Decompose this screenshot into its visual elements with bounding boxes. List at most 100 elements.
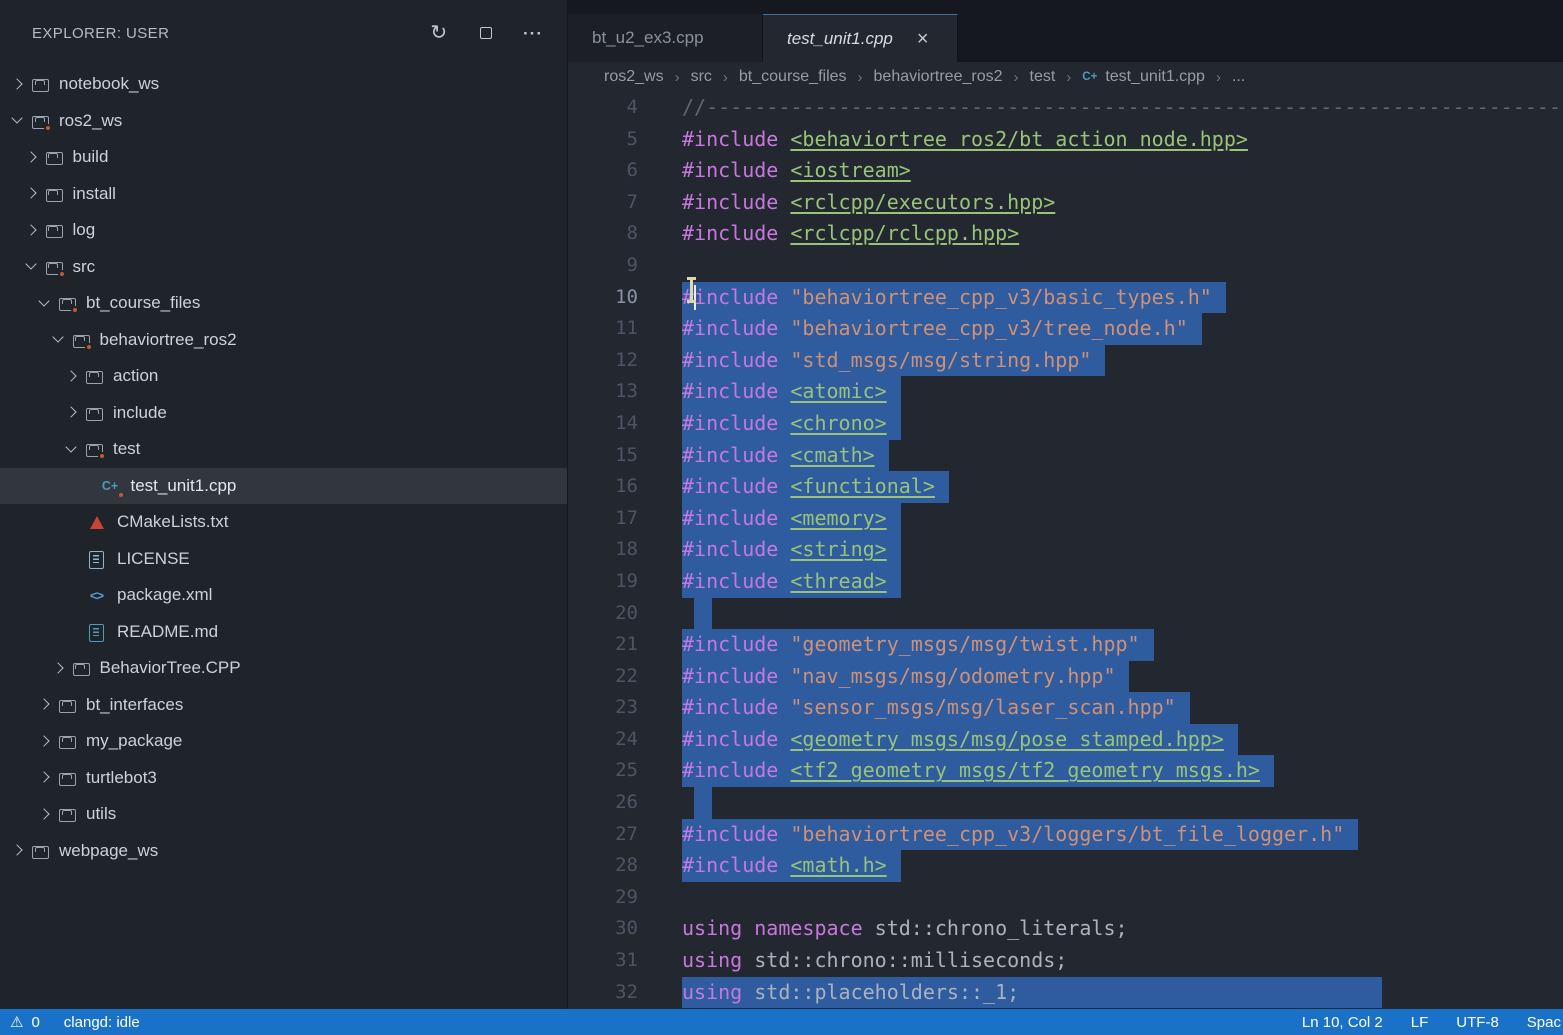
tree-item-my_package[interactable]: my_package <box>0 723 567 760</box>
tree-item-CMakeLists.txt[interactable]: CMakeLists.txt <box>0 504 567 541</box>
code-line-7[interactable]: 7#include <rclcpp/executors.hpp> <box>568 187 1563 219</box>
code-line-31[interactable]: 31using std::chrono::milliseconds; <box>568 945 1563 977</box>
tree-item-ros2_ws[interactable]: ros2_ws <box>0 103 567 140</box>
tree-item-bt_interfaces[interactable]: bt_interfaces <box>0 687 567 724</box>
refresh-icon[interactable]: ↻ <box>429 23 449 43</box>
eol-indicator[interactable]: LF <box>1411 1014 1429 1031</box>
code-line-23[interactable]: 23#include "sensor_msgs/msg/laser_scan.h… <box>568 692 1563 724</box>
tree-item-action[interactable]: action <box>0 358 567 395</box>
tab-test_unit1.cpp[interactable]: test_unit1.cpp× <box>763 14 958 62</box>
code-line-12[interactable]: 12#include "std_msgs/msg/string.hpp" <box>568 345 1563 377</box>
selection-highlight: #include <cmath> <box>682 440 889 472</box>
code-token: <geometry_msgs/msg/pose_stamped.hpp> <box>790 727 1223 751</box>
chevron-spacer <box>62 549 81 568</box>
cursor-position[interactable]: Ln 10, Col 2 <box>1302 1014 1383 1031</box>
cpp-file-icon: C+ <box>1082 71 1097 83</box>
tree-item-behaviortree_ros2[interactable]: behaviortree_ros2 <box>0 322 567 359</box>
breadcrumb-separator: › <box>1216 69 1221 86</box>
indentation-indicator[interactable]: Spac <box>1527 1014 1561 1031</box>
breadcrumb-item[interactable]: ros2_ws <box>604 68 664 86</box>
code-line-10[interactable]: 10#include "behaviortree_cpp_v3/basic_ty… <box>568 282 1563 314</box>
xml-icon: <> <box>86 586 107 604</box>
code-text: #include "geometry_msgs/msg/twist.hpp" <box>682 629 1154 661</box>
code-line-11[interactable]: 11#include "behaviortree_cpp_v3/tree_nod… <box>568 313 1563 345</box>
code-line-5[interactable]: 5#include <behaviortree_ros2/bt_action_n… <box>568 124 1563 156</box>
tree-item-label: test_unit1.cpp <box>131 476 237 496</box>
tree-item-build[interactable]: build <box>0 139 567 176</box>
breadcrumb-item[interactable]: test_unit1.cpp <box>1105 68 1205 86</box>
code-line-25[interactable]: 25#include <tf2_geometry_msgs/tf2_geomet… <box>568 755 1563 787</box>
tree-item-test[interactable]: test <box>0 431 567 468</box>
tree-item-webpage_ws[interactable]: webpage_ws <box>0 833 567 870</box>
code-line-15[interactable]: 15 #include <cmath> <box>568 440 1563 472</box>
code-line-27[interactable]: 27#include "behaviortree_cpp_v3/loggers/… <box>568 819 1563 851</box>
code-text: #include "behaviortree_cpp_v3/loggers/bt… <box>682 819 1358 851</box>
code-token: <cmath> <box>790 443 874 467</box>
code-line-16[interactable]: 16#include <functional> <box>568 471 1563 503</box>
breadcrumb-item[interactable]: test <box>1030 68 1056 86</box>
code-text: #include <math.h> <box>682 850 901 882</box>
tree-item-LICENSE[interactable]: LICENSE <box>0 541 567 578</box>
encoding-indicator[interactable]: UTF-8 <box>1456 1014 1499 1031</box>
code-token: "std_msgs/msg/string.hpp" <box>790 348 1091 372</box>
code-token: <rclcpp/rclcpp.hpp> <box>790 221 1019 245</box>
tree-item-BehaviorTree.CPP[interactable]: BehaviorTree.CPP <box>0 650 567 687</box>
tree-item-utils[interactable]: utils <box>0 796 567 833</box>
tree-item-include[interactable]: include <box>0 395 567 432</box>
code-token: <string> <box>790 537 886 561</box>
code-line-32[interactable]: 32using std::placeholders::_1; <box>568 977 1563 1009</box>
code-line-18[interactable]: 18#include <string> <box>568 534 1563 566</box>
close-icon[interactable]: × <box>917 29 929 49</box>
code-line-8[interactable]: 8#include <rclcpp/rclcpp.hpp> <box>568 218 1563 250</box>
code-line-20[interactable]: 20 <box>568 598 1563 630</box>
line-number: 7 <box>568 187 638 219</box>
tab-bt_u2_ex3.cpp[interactable]: bt_u2_ex3.cpp <box>568 14 763 62</box>
tree-item-turtlebot3[interactable]: turtlebot3 <box>0 760 567 797</box>
code-line-14[interactable]: 14#include <chrono> <box>568 408 1563 440</box>
breadcrumb-item[interactable]: ... <box>1232 68 1245 86</box>
code-line-17[interactable]: 17#include <memory> <box>568 503 1563 535</box>
code-token: "sensor_msgs/msg/laser_scan.hpp" <box>790 695 1175 719</box>
more-actions-icon[interactable]: ··· <box>523 23 543 43</box>
status-problems[interactable]: ⚠ 0 clangd: idle <box>10 1013 140 1031</box>
tree-item-bt_course_files[interactable]: bt_course_files <box>0 285 567 322</box>
collapse-folders-icon[interactable] <box>476 23 496 43</box>
language-server-status[interactable]: clangd: idle <box>64 1014 140 1031</box>
code-line-30[interactable]: 30using namespace std::chrono_literals; <box>568 913 1563 945</box>
chevron-right-icon <box>22 148 41 167</box>
folder-icon <box>46 262 63 275</box>
code-token: #include <box>682 443 790 467</box>
chevron-right-icon <box>8 75 27 94</box>
selection-highlight: #include "behaviortree_cpp_v3/basic_type… <box>682 282 1226 314</box>
code-line-6[interactable]: 6#include <iostream> <box>568 155 1563 187</box>
breadcrumb-item[interactable]: bt_course_files <box>739 68 847 86</box>
code-token: #include <box>682 190 790 214</box>
code-line-4[interactable]: 4//-------------------------------------… <box>568 92 1563 124</box>
code-line-28[interactable]: 28#include <math.h> <box>568 850 1563 882</box>
code-line-26[interactable]: 26 <box>568 787 1563 819</box>
tree-item-README.md[interactable]: README.md <box>0 614 567 651</box>
code-line-19[interactable]: 19#include <thread> <box>568 566 1563 598</box>
code-line-9[interactable]: 9 <box>568 250 1563 282</box>
code-line-13[interactable]: 13#include <atomic> <box>568 376 1563 408</box>
tree-item-package.xml[interactable]: <>package.xml <box>0 577 567 614</box>
breadcrumb-item[interactable]: src <box>691 68 712 86</box>
line-number: 31 <box>568 945 638 977</box>
code-line-22[interactable]: 22#include "nav_msgs/msg/odometry.hpp" <box>568 661 1563 693</box>
tree-item-test_unit1.cpp[interactable]: C+test_unit1.cpp <box>0 468 567 505</box>
tree-item-log[interactable]: log <box>0 212 567 249</box>
selection-highlight: #include "behaviortree_cpp_v3/loggers/bt… <box>682 819 1358 851</box>
tree-item-src[interactable]: src <box>0 249 567 286</box>
line-number: 15 <box>568 440 638 472</box>
tree-item-install[interactable]: install <box>0 176 567 213</box>
tree-item-notebook_ws[interactable]: notebook_ws <box>0 66 567 103</box>
code-line-24[interactable]: 24#include <geometry_msgs/msg/pose_stamp… <box>568 724 1563 756</box>
code-line-29[interactable]: 29 <box>568 882 1563 914</box>
breadcrumb-item[interactable]: behaviortree_ros2 <box>874 68 1003 86</box>
code-line-21[interactable]: 21#include "geometry_msgs/msg/twist.hpp" <box>568 629 1563 661</box>
code-editor[interactable]: 4//-------------------------------------… <box>568 92 1563 1009</box>
code-text <box>682 787 712 819</box>
folder-icon <box>73 335 90 348</box>
line-number: 11 <box>568 313 638 345</box>
code-token: #include <box>682 506 790 530</box>
